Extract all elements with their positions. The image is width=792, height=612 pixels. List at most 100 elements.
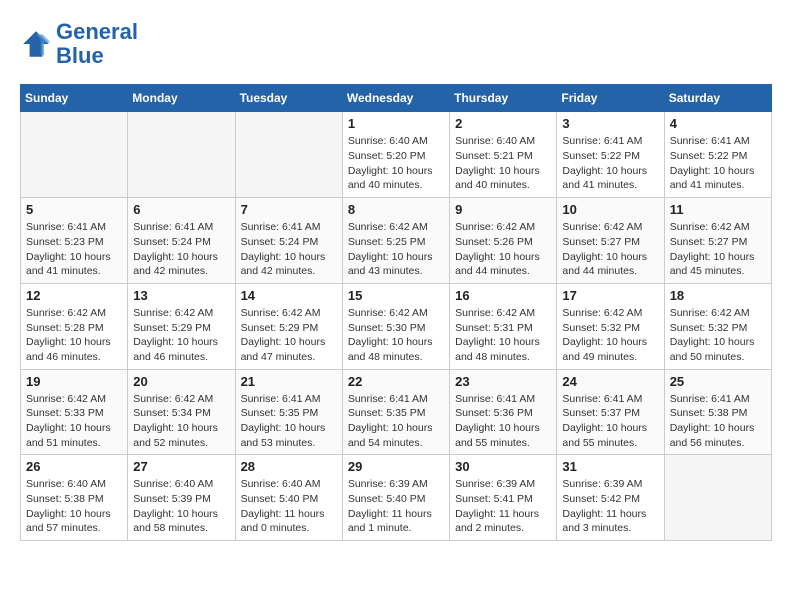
calendar-cell: 6Sunrise: 6:41 AMSunset: 5:24 PMDaylight… <box>128 198 235 284</box>
day-info: Sunrise: 6:40 AMSunset: 5:21 PMDaylight:… <box>455 134 551 193</box>
day-number: 20 <box>133 374 229 389</box>
calendar-cell: 23Sunrise: 6:41 AMSunset: 5:36 PMDayligh… <box>450 369 557 455</box>
calendar-week-1: 1 Sunrise: 6:40 AMSunset: 5:20 PMDaylight… <box>21 112 772 198</box>
weekday-header-sunday: Sunday <box>21 85 128 112</box>
calendar-cell: 7 Sunrise: 6:41 AMSunset: 5:24 PMDaylight… <box>235 198 342 284</box>
calendar-cell: 25 Sunrise: 6:41 AMSunset: 5:38 PMDayligh… <box>664 369 771 455</box>
day-info: Sunrise: 6:42 AMSunset: 5:28 PMDaylight:… <box>26 306 122 365</box>
calendar-cell: 30Sunrise: 6:39 AMSunset: 5:41 PMDayligh… <box>450 455 557 541</box>
day-number: 15 <box>348 288 444 303</box>
calendar-cell: 14Sunrise: 6:42 AMSunset: 5:29 PMDayligh… <box>235 283 342 369</box>
day-number: 24 <box>562 374 658 389</box>
day-info: Sunrise: 6:42 AMSunset: 5:30 PMDaylight:… <box>348 306 444 365</box>
calendar-week-3: 12 Sunrise: 6:42 AMSunset: 5:28 PMDayligh… <box>21 283 772 369</box>
day-number: 9 <box>455 202 551 217</box>
calendar-cell: 24 Sunrise: 6:41 AMSunset: 5:37 PMDayligh… <box>557 369 664 455</box>
day-info: Sunrise: 6:42 AMSunset: 5:29 PMDaylight:… <box>133 306 229 365</box>
day-number: 29 <box>348 459 444 474</box>
day-info: Sunrise: 6:41 AMSunset: 5:23 PMDaylight:… <box>26 220 122 279</box>
calendar-week-4: 19 Sunrise: 6:42 AMSunset: 5:33 PMDayligh… <box>21 369 772 455</box>
day-number: 6 <box>133 202 229 217</box>
weekday-header-saturday: Saturday <box>664 85 771 112</box>
day-info: Sunrise: 6:41 AMSunset: 5:36 PMDaylight:… <box>455 392 551 451</box>
day-info: Sunrise: 6:41 AMSunset: 5:24 PMDaylight:… <box>241 220 337 279</box>
calendar-header: SundayMondayTuesdayWednesdayThursdayFrid… <box>21 85 772 112</box>
calendar-cell: 3 Sunrise: 6:41 AMSunset: 5:22 PMDaylight… <box>557 112 664 198</box>
day-info: Sunrise: 6:42 AMSunset: 5:25 PMDaylight:… <box>348 220 444 279</box>
weekday-header-friday: Friday <box>557 85 664 112</box>
day-number: 30 <box>455 459 551 474</box>
logo: General Blue <box>20 20 138 68</box>
calendar-cell: 1 Sunrise: 6:40 AMSunset: 5:20 PMDaylight… <box>342 112 449 198</box>
day-number: 31 <box>562 459 658 474</box>
calendar-cell: 8 Sunrise: 6:42 AMSunset: 5:25 PMDaylight… <box>342 198 449 284</box>
day-info: Sunrise: 6:39 AMSunset: 5:42 PMDaylight:… <box>562 477 658 536</box>
day-number: 1 <box>348 116 444 131</box>
day-info: Sunrise: 6:40 AMSunset: 5:40 PMDaylight:… <box>241 477 337 536</box>
day-info: Sunrise: 6:42 AMSunset: 5:32 PMDaylight:… <box>562 306 658 365</box>
day-number: 26 <box>26 459 122 474</box>
day-number: 11 <box>670 202 766 217</box>
weekday-header-thursday: Thursday <box>450 85 557 112</box>
day-info: Sunrise: 6:40 AMSunset: 5:39 PMDaylight:… <box>133 477 229 536</box>
day-number: 10 <box>562 202 658 217</box>
calendar-cell: 5Sunrise: 6:41 AMSunset: 5:23 PMDaylight… <box>21 198 128 284</box>
calendar-cell: 29 Sunrise: 6:39 AMSunset: 5:40 PMDayligh… <box>342 455 449 541</box>
calendar-cell: 28Sunrise: 6:40 AMSunset: 5:40 PMDayligh… <box>235 455 342 541</box>
calendar-cell: 26Sunrise: 6:40 AMSunset: 5:38 PMDayligh… <box>21 455 128 541</box>
day-number: 3 <box>562 116 658 131</box>
day-info: Sunrise: 6:41 AMSunset: 5:35 PMDaylight:… <box>241 392 337 451</box>
day-info: Sunrise: 6:42 AMSunset: 5:34 PMDaylight:… <box>133 392 229 451</box>
calendar-cell <box>664 455 771 541</box>
logo-icon <box>20 28 52 60</box>
day-info: Sunrise: 6:41 AMSunset: 5:22 PMDaylight:… <box>562 134 658 193</box>
calendar-cell: 12 Sunrise: 6:42 AMSunset: 5:28 PMDayligh… <box>21 283 128 369</box>
page-header: General Blue <box>20 20 772 68</box>
day-number: 22 <box>348 374 444 389</box>
calendar-cell <box>128 112 235 198</box>
logo-text: General Blue <box>56 20 138 68</box>
day-number: 17 <box>562 288 658 303</box>
calendar-cell: 16Sunrise: 6:42 AMSunset: 5:31 PMDayligh… <box>450 283 557 369</box>
calendar-week-5: 26Sunrise: 6:40 AMSunset: 5:38 PMDayligh… <box>21 455 772 541</box>
day-info: Sunrise: 6:41 AMSunset: 5:38 PMDaylight:… <box>670 392 766 451</box>
calendar-cell: 9 Sunrise: 6:42 AMSunset: 5:26 PMDaylight… <box>450 198 557 284</box>
calendar-cell: 22Sunrise: 6:41 AMSunset: 5:35 PMDayligh… <box>342 369 449 455</box>
day-info: Sunrise: 6:40 AMSunset: 5:20 PMDaylight:… <box>348 134 444 193</box>
weekday-header-wednesday: Wednesday <box>342 85 449 112</box>
day-info: Sunrise: 6:42 AMSunset: 5:31 PMDaylight:… <box>455 306 551 365</box>
day-number: 27 <box>133 459 229 474</box>
calendar-cell: 13Sunrise: 6:42 AMSunset: 5:29 PMDayligh… <box>128 283 235 369</box>
calendar-cell: 20 Sunrise: 6:42 AMSunset: 5:34 PMDayligh… <box>128 369 235 455</box>
day-number: 4 <box>670 116 766 131</box>
weekday-header-monday: Monday <box>128 85 235 112</box>
calendar-table: SundayMondayTuesdayWednesdayThursdayFrid… <box>20 84 772 541</box>
weekday-header-row: SundayMondayTuesdayWednesdayThursdayFrid… <box>21 85 772 112</box>
day-number: 25 <box>670 374 766 389</box>
calendar-cell: 18 Sunrise: 6:42 AMSunset: 5:32 PMDayligh… <box>664 283 771 369</box>
day-number: 19 <box>26 374 122 389</box>
calendar-cell: 31 Sunrise: 6:39 AMSunset: 5:42 PMDayligh… <box>557 455 664 541</box>
day-info: Sunrise: 6:42 AMSunset: 5:27 PMDaylight:… <box>562 220 658 279</box>
day-number: 7 <box>241 202 337 217</box>
day-number: 12 <box>26 288 122 303</box>
calendar-cell: 2Sunrise: 6:40 AMSunset: 5:21 PMDaylight… <box>450 112 557 198</box>
calendar-cell: 19 Sunrise: 6:42 AMSunset: 5:33 PMDayligh… <box>21 369 128 455</box>
day-info: Sunrise: 6:42 AMSunset: 5:33 PMDaylight:… <box>26 392 122 451</box>
day-info: Sunrise: 6:42 AMSunset: 5:27 PMDaylight:… <box>670 220 766 279</box>
calendar-body: 1 Sunrise: 6:40 AMSunset: 5:20 PMDaylight… <box>21 112 772 541</box>
day-info: Sunrise: 6:41 AMSunset: 5:37 PMDaylight:… <box>562 392 658 451</box>
day-info: Sunrise: 6:42 AMSunset: 5:29 PMDaylight:… <box>241 306 337 365</box>
calendar-cell: 4Sunrise: 6:41 AMSunset: 5:22 PMDaylight… <box>664 112 771 198</box>
calendar-cell: 17 Sunrise: 6:42 AMSunset: 5:32 PMDayligh… <box>557 283 664 369</box>
calendar-cell: 15 Sunrise: 6:42 AMSunset: 5:30 PMDayligh… <box>342 283 449 369</box>
day-info: Sunrise: 6:42 AMSunset: 5:26 PMDaylight:… <box>455 220 551 279</box>
day-info: Sunrise: 6:42 AMSunset: 5:32 PMDaylight:… <box>670 306 766 365</box>
calendar-cell: 21Sunrise: 6:41 AMSunset: 5:35 PMDayligh… <box>235 369 342 455</box>
calendar-cell: 11 Sunrise: 6:42 AMSunset: 5:27 PMDayligh… <box>664 198 771 284</box>
day-number: 18 <box>670 288 766 303</box>
day-number: 8 <box>348 202 444 217</box>
calendar-cell <box>21 112 128 198</box>
calendar-cell: 27 Sunrise: 6:40 AMSunset: 5:39 PMDayligh… <box>128 455 235 541</box>
day-info: Sunrise: 6:39 AMSunset: 5:40 PMDaylight:… <box>348 477 444 536</box>
